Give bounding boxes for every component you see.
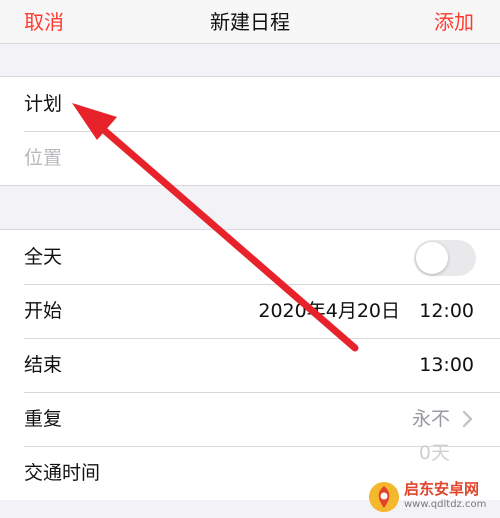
start-date[interactable]: 2020年4月20日 xyxy=(258,284,400,338)
end-row[interactable]: 结束 13:00 xyxy=(0,338,500,392)
travel-time-value: 0天 xyxy=(418,442,450,464)
title-field[interactable]: 计划 xyxy=(24,77,62,131)
end-label: 结束 xyxy=(24,354,63,376)
watermark: 启东安卓网 www.qdltdz.com xyxy=(368,480,494,514)
location-field[interactable]: 位置 xyxy=(24,131,62,185)
new-event-screen: 取消 新建日程 添加 计划 位置 全天 开始 2020年4月20日 12:00 … xyxy=(0,0,500,518)
page-title: 新建日程 xyxy=(210,10,290,34)
all-day-row: 全天 xyxy=(0,230,500,284)
all-day-toggle[interactable] xyxy=(414,240,476,276)
repeat-label: 重复 xyxy=(24,408,63,430)
watermark-url: www.qdltdz.com xyxy=(404,499,487,510)
start-label: 开始 xyxy=(24,300,63,322)
travel-time-label: 交通时间 xyxy=(24,462,101,484)
all-day-label: 全天 xyxy=(24,246,63,268)
time-group: 全天 开始 2020年4月20日 12:00 结束 13:00 重复 永不 交通… xyxy=(0,229,500,500)
toggle-knob xyxy=(416,242,448,274)
end-time[interactable]: 13:00 xyxy=(419,338,474,392)
title-location-group: 计划 位置 xyxy=(0,76,500,186)
title-row[interactable]: 计划 xyxy=(0,77,500,131)
location-row[interactable]: 位置 xyxy=(0,131,500,185)
chevron-right-icon xyxy=(462,410,473,428)
start-row[interactable]: 开始 2020年4月20日 12:00 xyxy=(0,284,500,338)
start-time[interactable]: 12:00 xyxy=(419,284,474,338)
add-button[interactable]: 添加 xyxy=(434,8,474,36)
navigation-bar: 取消 新建日程 添加 xyxy=(0,0,500,44)
watermark-name: 启东安卓网 xyxy=(404,480,480,498)
watermark-logo-icon xyxy=(369,482,399,512)
